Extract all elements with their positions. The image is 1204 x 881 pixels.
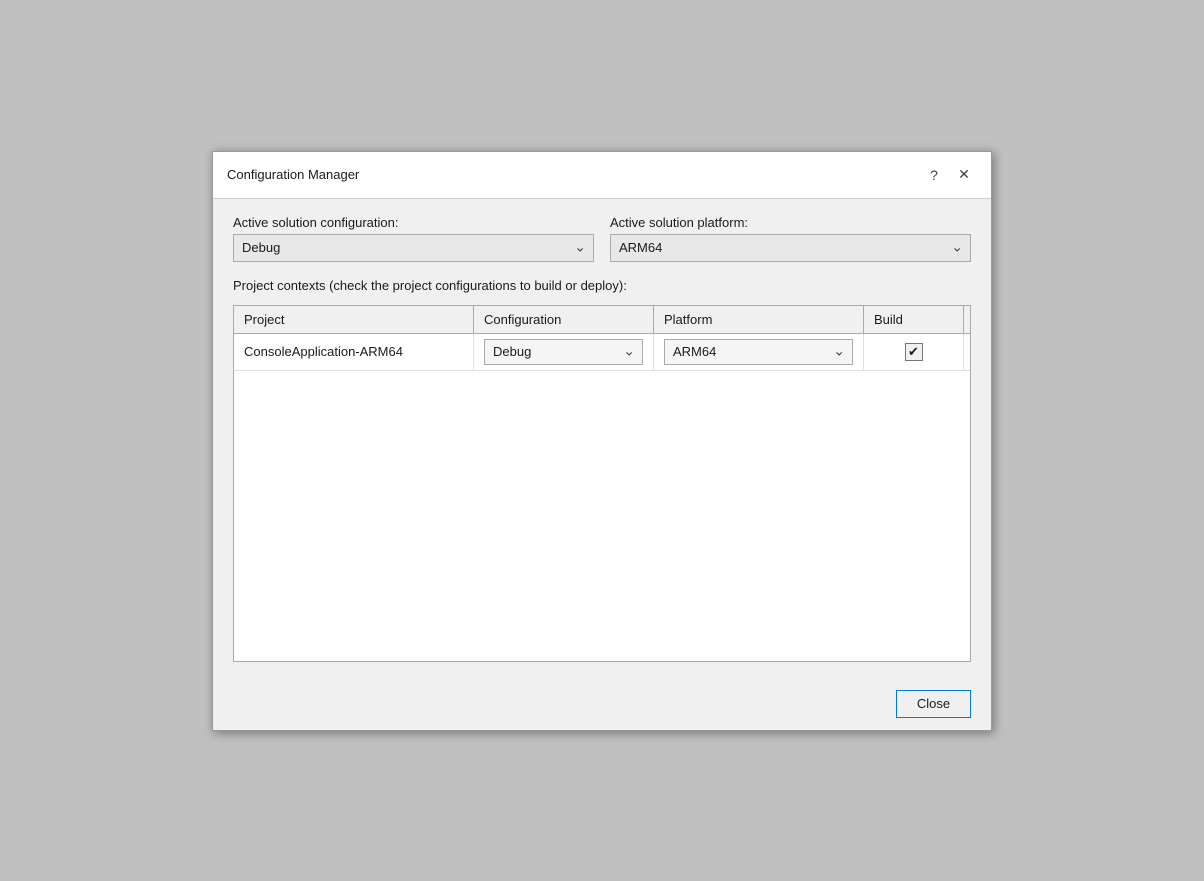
row-platform-select[interactable]: ARM64 (664, 339, 853, 365)
title-bar: Configuration Manager ? ✕ (213, 152, 991, 199)
close-window-button[interactable]: ✕ (951, 162, 977, 188)
top-dropdowns: Active solution configuration: Debug Act… (233, 215, 971, 262)
dialog-title: Configuration Manager (227, 167, 359, 182)
cell-project-name: ConsoleApplication-ARM64 (234, 334, 474, 370)
table-body: ConsoleApplication-ARM64 Debug ARM64 (234, 334, 970, 661)
active-platform-dropdown-wrapper: ARM64 (610, 234, 971, 262)
column-configuration: Configuration (474, 306, 654, 333)
active-platform-group: Active solution platform: ARM64 (610, 215, 971, 262)
config-dropdown-wrapper: Debug (484, 339, 643, 365)
project-contexts-label: Project contexts (check the project conf… (233, 278, 971, 293)
title-bar-right: ? ✕ (921, 162, 977, 188)
active-platform-select[interactable]: ARM64 (610, 234, 971, 262)
cell-deploy[interactable] (964, 334, 971, 370)
active-platform-label: Active solution platform: (610, 215, 971, 230)
cell-build[interactable] (864, 334, 964, 370)
cell-configuration[interactable]: Debug (474, 334, 654, 370)
row-config-select[interactable]: Debug (484, 339, 643, 365)
column-project: Project (234, 306, 474, 333)
help-button[interactable]: ? (921, 162, 947, 188)
active-config-label: Active solution configuration: (233, 215, 594, 230)
column-build: Build (864, 306, 964, 333)
close-button[interactable]: Close (896, 690, 971, 718)
column-platform: Platform (654, 306, 864, 333)
column-deploy: Deploy (964, 306, 971, 333)
table-header: Project Configuration Platform Build Dep… (234, 306, 970, 334)
active-config-group: Active solution configuration: Debug (233, 215, 594, 262)
dialog-body: Active solution configuration: Debug Act… (213, 199, 991, 678)
configuration-manager-dialog: Configuration Manager ? ✕ Active solutio… (212, 151, 992, 731)
dialog-footer: Close (213, 678, 991, 730)
table-row: ConsoleApplication-ARM64 Debug ARM64 (234, 334, 970, 371)
build-checkbox[interactable] (905, 343, 923, 361)
active-config-select[interactable]: Debug (233, 234, 594, 262)
project-table: Project Configuration Platform Build Dep… (233, 305, 971, 662)
title-bar-left: Configuration Manager (227, 167, 359, 182)
active-config-dropdown-wrapper: Debug (233, 234, 594, 262)
platform-dropdown-wrapper: ARM64 (664, 339, 853, 365)
cell-platform[interactable]: ARM64 (654, 334, 864, 370)
